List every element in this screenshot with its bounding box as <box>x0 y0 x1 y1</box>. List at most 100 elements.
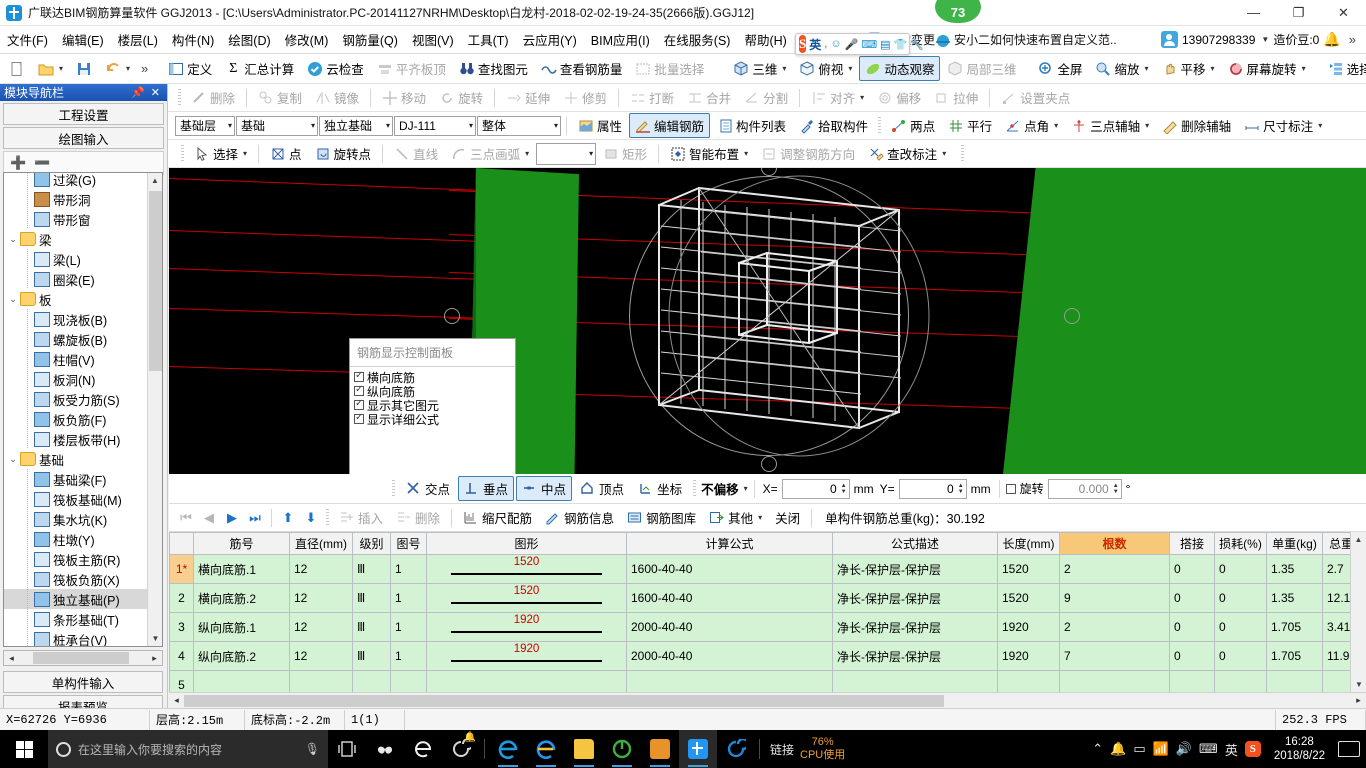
tree-horizontal-scrollbar[interactable]: ◂ ▸ <box>3 650 163 666</box>
summary-calc-button[interactable]: Σ 汇总计算 <box>219 56 300 81</box>
chevron-down-icon[interactable]: ▾ <box>858 93 864 102</box>
scroll-right-icon[interactable]: ▸ <box>147 653 162 664</box>
menu-overflow-icon[interactable]: » <box>1345 32 1360 47</box>
rebar-info-button[interactable]: 钢筋信息 <box>539 505 620 530</box>
close-rebar-panel-button[interactable]: 关闭 <box>769 505 806 530</box>
chevron-down-icon[interactable]: ▾ <box>241 149 247 158</box>
col-header-desc[interactable]: 公式描述 <box>832 532 998 555</box>
tree-item-5[interactable]: 梁(L) <box>4 249 148 269</box>
copy-button[interactable]: 复制 <box>252 85 308 110</box>
tree-item-15[interactable]: ⌄ 基础 <box>4 449 148 469</box>
volume-icon[interactable]: 🔊 <box>1176 741 1192 757</box>
cell-name[interactable]: 横向底筋.2 <box>193 583 290 613</box>
action-center-icon[interactable] <box>1338 741 1360 757</box>
col-header-shape[interactable]: 图形 <box>426 532 627 555</box>
cell-name[interactable]: 横向底筋.1 <box>193 554 290 584</box>
col-header-grade[interactable]: 级别 <box>352 532 391 555</box>
mirror-button[interactable]: 镜像 <box>309 85 365 110</box>
app-ie2-icon[interactable] <box>527 730 565 768</box>
point-tool-button[interactable]: 点 <box>264 141 308 166</box>
cell-name[interactable]: 纵向底筋.2 <box>193 641 290 671</box>
menu-cloud[interactable]: 云应用(Y) <box>516 27 584 52</box>
x-offset-input[interactable]: 0 ▲ ▼ <box>781 478 850 499</box>
batch-select-button[interactable]: 批量选择 <box>629 56 710 81</box>
cell-count[interactable]: 2 <box>1059 612 1170 642</box>
single-component-input-button[interactable]: 单构件输入 <box>3 671 163 693</box>
zoom-button[interactable]: 缩放 ▾ <box>1089 56 1154 81</box>
row-number[interactable]: 2 <box>169 583 194 613</box>
app-spiral2-icon[interactable] <box>717 730 755 768</box>
adjust-rebar-direction-button[interactable]: 调整钢筋方向 <box>755 141 861 166</box>
notification-badge[interactable]: 73 <box>934 0 982 24</box>
save-button[interactable] <box>70 58 98 80</box>
chevron-down-icon[interactable]: ▾ <box>222 121 232 130</box>
tree-item-18[interactable]: 集水坑(K) <box>4 509 148 529</box>
cell-desc[interactable]: 净长-保护层-保护层 <box>832 583 998 613</box>
col-header-name[interactable]: 筋号 <box>193 532 290 555</box>
snap-vertex-button[interactable]: 顶点 <box>574 476 630 501</box>
bell-icon[interactable]: 🔔 <box>1110 741 1126 757</box>
tree-item-10[interactable]: 柱帽(V) <box>4 349 148 369</box>
maximize-button[interactable]: ❐ <box>1276 0 1321 26</box>
hint-tip[interactable]: 如何快速布置自定义范.. <box>990 31 1117 48</box>
col-header-no[interactable] <box>169 532 194 555</box>
cell-loss[interactable]: 0 <box>1214 554 1267 584</box>
chevron-down-icon[interactable]: ▾ <box>124 64 130 73</box>
start-button[interactable] <box>0 730 48 768</box>
cell-unit_weight[interactable]: 1.705 <box>1266 641 1323 671</box>
cell-formula[interactable]: 1600-40-40 <box>626 583 833 613</box>
chevron-down-icon[interactable]: ▾ <box>742 484 748 493</box>
chevron-down-icon[interactable]: ⌄ <box>6 234 20 245</box>
anxiaoer-button[interactable]: 安小二 <box>935 31 990 48</box>
scroll-left-icon[interactable]: ◂ <box>169 695 184 706</box>
menu-floor[interactable]: 楼层(L) <box>111 27 165 52</box>
menu-rebar[interactable]: 钢筋量(Q) <box>335 27 405 52</box>
cell-diameter[interactable]: 12 <box>289 641 353 671</box>
tree-item-6[interactable]: 圈梁(E) <box>4 269 148 289</box>
find-element-button[interactable]: 查找图元 <box>453 56 534 81</box>
cell-loss[interactable]: 0 <box>1214 612 1267 642</box>
chevron-down-icon[interactable]: ▼ <box>1259 35 1269 44</box>
cell-unit_weight[interactable]: 1.705 <box>1266 612 1323 642</box>
chevron-down-icon[interactable]: ▾ <box>1300 64 1306 73</box>
app-360-icon[interactable] <box>603 730 641 768</box>
mode-combo[interactable]: 整体 ▾ <box>477 115 561 136</box>
two-point-axis-button[interactable]: 两点 <box>885 113 941 138</box>
rebar-table-container[interactable]: 筋号 直径(mm) 级别 图号 图形 计算公式 公式描述 长度(mm) 根数 搭接 损耗(%) 单重(… <box>169 532 1366 708</box>
cell-formula[interactable]: 2000-40-40 <box>626 641 833 671</box>
cell-length[interactable]: 1520 <box>997 583 1060 613</box>
collapse-all-icon[interactable]: ➖ <box>34 155 50 171</box>
app-explorer-icon[interactable] <box>565 730 603 768</box>
smart-layout-button[interactable]: 智能布置 ▾ <box>664 141 754 166</box>
close-icon[interactable]: ✕ <box>148 86 163 99</box>
edit-annotation-button[interactable]: 查改标注 ▾ <box>862 141 952 166</box>
minimize-button[interactable]: — <box>1231 0 1276 26</box>
cell-figure_no[interactable]: 1 <box>390 554 427 584</box>
tree-item-14[interactable]: 楼层板带(H) <box>4 429 148 449</box>
comma-icon[interactable]: , <box>824 38 827 50</box>
pan-button[interactable]: 平移 ▾ <box>1156 56 1221 81</box>
hscroll-thumb[interactable] <box>33 652 129 664</box>
line-tool-button[interactable]: 直线 <box>388 141 444 166</box>
new-file-button[interactable] <box>3 58 31 80</box>
edit-rebar-button[interactable]: 编辑钢筋 <box>629 113 711 138</box>
floor-combo[interactable]: 基础层 ▾ <box>175 115 235 136</box>
cell-diameter[interactable]: 12 <box>289 583 353 613</box>
point-angle-button[interactable]: 点角 ▾ <box>999 113 1064 138</box>
extend-button[interactable]: 延伸 <box>500 85 556 110</box>
menu-file[interactable]: 文件(F) <box>0 27 55 52</box>
chevron-down-icon[interactable]: ▾ <box>305 121 315 130</box>
app-spiral-icon[interactable]: 🔔 <box>442 730 480 768</box>
tree-item-23[interactable]: 条形基础(T) <box>4 609 148 629</box>
snap-intersection-button[interactable]: 交点 <box>400 476 456 501</box>
mic-icon[interactable]: 🎤 <box>845 38 859 51</box>
cell-figure_no[interactable]: 1 <box>390 612 427 642</box>
expand-all-icon[interactable]: ➕ <box>10 155 26 171</box>
chevron-down-icon[interactable]: ▾ <box>742 149 748 158</box>
col-header-lap[interactable]: 搭接 <box>1169 532 1215 555</box>
pick-component-button[interactable]: 拾取构件 <box>793 113 874 138</box>
cell-loss[interactable]: 0 <box>1214 583 1267 613</box>
component-name-combo[interactable]: DJ-111 ▾ <box>394 115 476 136</box>
chevron-down-icon[interactable]: ▾ <box>523 149 529 158</box>
tree-item-11[interactable]: 板洞(N) <box>4 369 148 389</box>
